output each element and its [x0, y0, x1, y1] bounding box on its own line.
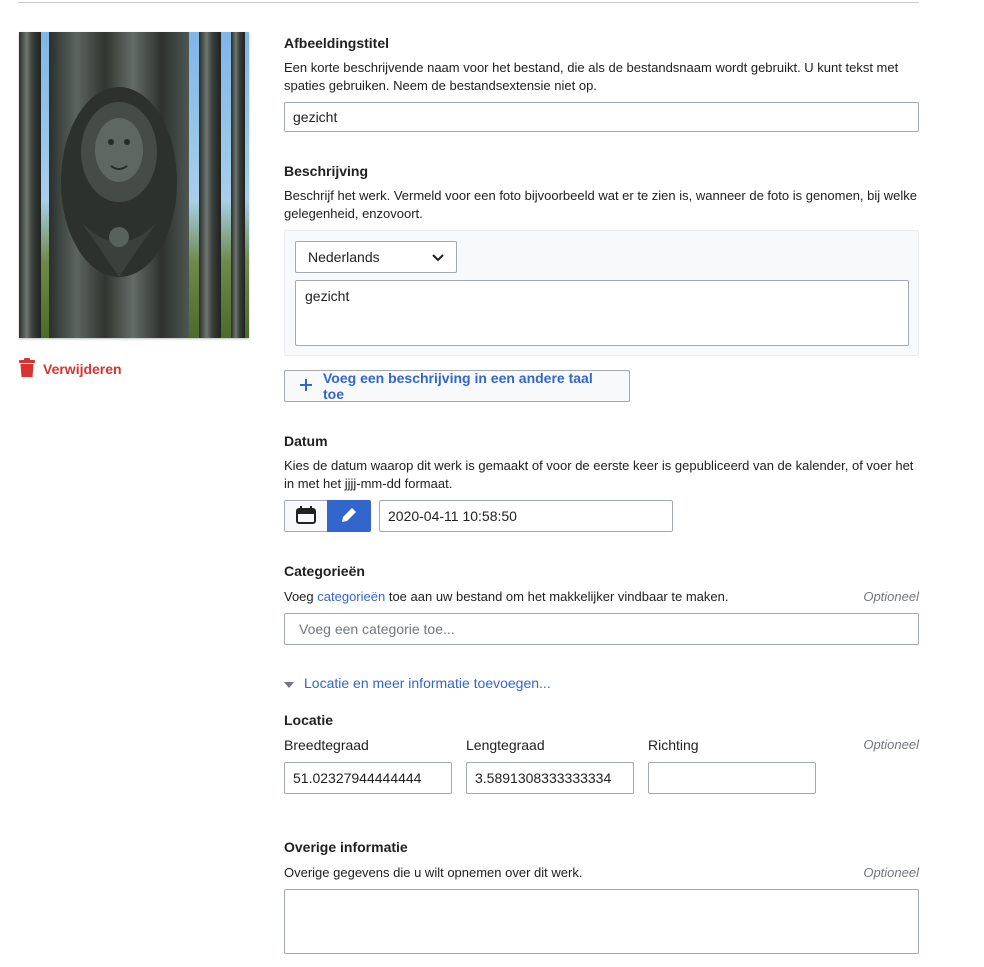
- chevron-down-icon: [432, 249, 444, 265]
- latitude-label: Breedtegraad: [284, 737, 369, 753]
- calendar-icon: [296, 505, 316, 527]
- description-textarea[interactable]: gezicht: [295, 280, 909, 346]
- top-divider: [18, 2, 919, 3]
- latitude-input[interactable]: 51.02327944444444: [284, 762, 452, 794]
- categories-help-suffix: toe aan uw bestand om het makkelijker vi…: [385, 589, 729, 604]
- categories-help: Voeg categorieën toe aan uw bestand om h…: [284, 588, 919, 606]
- categories-link[interactable]: categorieën: [317, 589, 385, 604]
- title-heading: Afbeeldingstitel: [284, 35, 390, 51]
- location-optional: Optioneel: [863, 737, 919, 752]
- categories-optional: Optioneel: [863, 589, 919, 604]
- other-info-help-row: Overige gegevens die u wilt opnemen over…: [284, 864, 919, 882]
- categories-heading: Categorieën: [284, 563, 365, 579]
- edit-date-button[interactable]: [327, 500, 371, 532]
- date-help: Kies de datum waarop dit werk is gemaakt…: [284, 458, 914, 491]
- direction-label: Richting: [648, 737, 699, 753]
- image-thumbnail: [19, 32, 249, 338]
- more-info-label: Locatie en meer informatie toevoegen...: [304, 675, 551, 691]
- other-info-help: Overige gegevens die u wilt opnemen over…: [284, 865, 583, 880]
- other-info-optional: Optioneel: [863, 865, 919, 880]
- plus-icon: [299, 378, 313, 395]
- category-input[interactable]: Voeg een categorie toe...: [284, 613, 919, 645]
- title-help: Een korte beschrijvende naam voor het be…: [284, 60, 899, 93]
- categories-help-prefix: Voeg: [284, 589, 318, 604]
- calendar-button[interactable]: [284, 500, 328, 532]
- description-language-box: Nederlands gezicht: [284, 230, 919, 356]
- more-info-toggle[interactable]: Locatie en meer informatie toevoegen...: [284, 675, 551, 691]
- date-input[interactable]: 2020-04-11 10:58:50: [379, 500, 673, 532]
- description-heading: Beschrijving: [284, 163, 369, 179]
- date-heading: Datum: [284, 433, 328, 449]
- longitude-input[interactable]: 3.5891308333333334: [466, 762, 634, 794]
- location-heading: Locatie: [284, 712, 334, 728]
- trash-icon: [19, 358, 35, 380]
- language-select[interactable]: Nederlands: [295, 241, 457, 273]
- language-select-value: Nederlands: [308, 249, 380, 265]
- other-info-heading: Overige informatie: [284, 839, 408, 855]
- pencil-icon: [340, 506, 358, 527]
- add-description-label: Voeg een beschrijving in een andere taal…: [323, 370, 593, 402]
- other-info-textarea[interactable]: [284, 889, 919, 954]
- add-description-language-button[interactable]: Voeg een beschrijving in een andere taal…: [284, 370, 630, 402]
- triangle-down-icon: [284, 675, 294, 691]
- delete-button[interactable]: Verwijderen: [19, 358, 122, 380]
- title-input[interactable]: gezicht: [284, 102, 919, 132]
- delete-label: Verwijderen: [43, 361, 122, 377]
- description-help: Beschrijf het werk. Vermeld voor een fot…: [284, 188, 918, 221]
- longitude-label: Lengtegraad: [466, 737, 545, 753]
- direction-input[interactable]: [648, 762, 816, 794]
